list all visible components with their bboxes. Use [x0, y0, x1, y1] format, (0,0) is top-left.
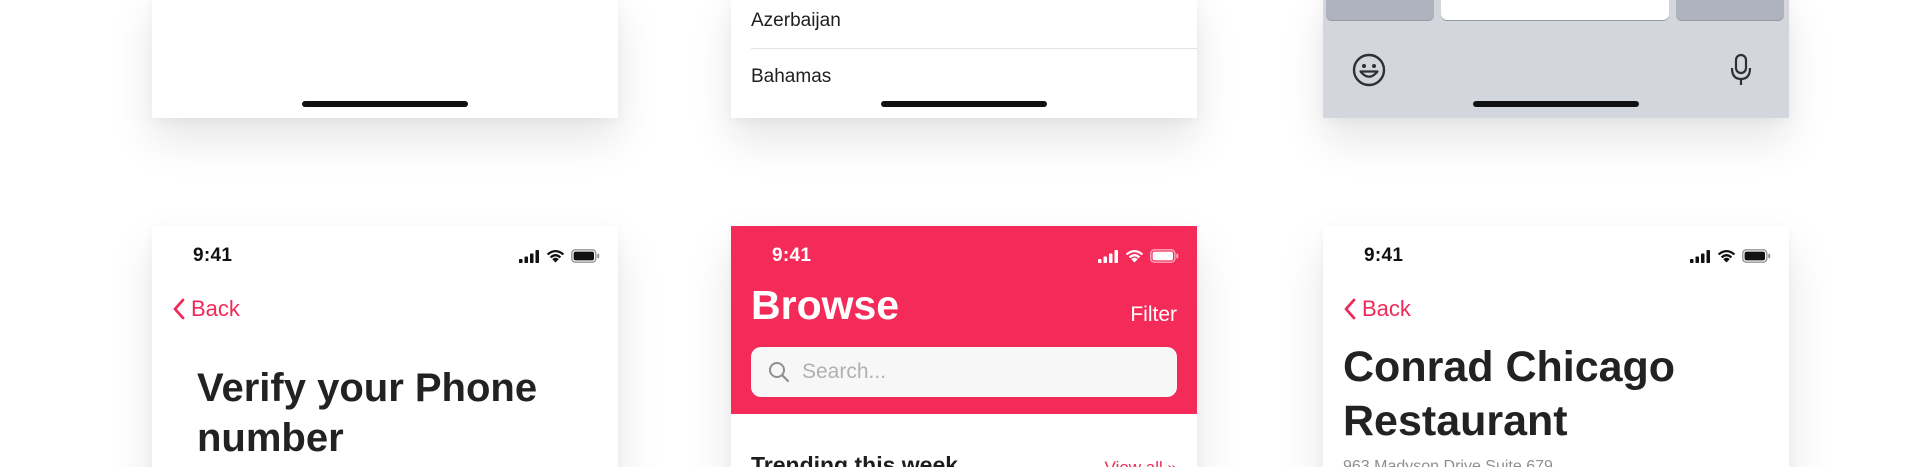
battery-icon	[571, 249, 600, 263]
status-icons	[1690, 248, 1771, 264]
page-title: Browse	[751, 282, 900, 328]
keyboard-card	[1323, 0, 1789, 118]
verify-phone-screen: 9:41 Back Verify your Phone number	[152, 226, 618, 467]
signal-icon	[519, 249, 539, 263]
browse-header: 9:41 Browse Filter Search...	[731, 226, 1197, 414]
restaurant-screen: 9:41 Back Conrad Chicago Restaurant 963 …	[1323, 226, 1789, 467]
country-name: Azerbaijan	[751, 10, 841, 31]
section-title: Trending this week	[751, 452, 959, 467]
page-title: Conrad Chicago Restaurant	[1343, 343, 1676, 445]
blank-screen-card	[152, 0, 618, 118]
battery-icon	[1742, 249, 1771, 263]
wifi-icon	[1717, 250, 1736, 263]
back-label: Back	[191, 296, 240, 321]
microphone-icon[interactable]	[1728, 52, 1754, 88]
home-indicator	[302, 101, 468, 107]
return-key[interactable]	[1676, 0, 1784, 20]
back-button[interactable]: Back	[1343, 296, 1411, 322]
signal-icon	[1098, 249, 1118, 263]
filter-button[interactable]: Filter	[1130, 303, 1177, 327]
status-bar: 9:41	[152, 226, 618, 282]
status-time: 9:41	[772, 245, 812, 266]
back-button[interactable]: Back	[172, 296, 240, 322]
home-indicator	[1473, 101, 1639, 107]
list-item-country[interactable]: Bahamas	[751, 48, 1197, 104]
numbers-key[interactable]	[1326, 0, 1434, 20]
emoji-icon[interactable]	[1351, 52, 1387, 88]
battery-icon	[1150, 249, 1179, 263]
status-icons	[1098, 248, 1179, 264]
browse-screen: 9:41 Browse Filter Search... Trending th…	[731, 226, 1197, 467]
space-key[interactable]	[1441, 0, 1669, 20]
search-bar[interactable]	[751, 347, 1177, 397]
status-time: 9:41	[193, 245, 233, 266]
status-bar: 9:41	[1323, 226, 1789, 282]
chevron-left-icon	[1344, 298, 1356, 320]
home-indicator	[881, 101, 1047, 107]
page-title: Verify your Phone number	[197, 366, 538, 460]
wifi-icon	[546, 250, 565, 263]
back-label: Back	[1362, 296, 1411, 321]
restaurant-address: 963 Madyson Drive Suite 679	[1343, 458, 1553, 467]
status-time: 9:41	[1364, 245, 1404, 266]
country-name: Bahamas	[751, 66, 832, 87]
list-item-country[interactable]: Azerbaijan	[751, 0, 1197, 48]
view-all-link[interactable]: View all »	[1105, 458, 1177, 467]
signal-icon	[1690, 249, 1710, 263]
screens-canvas: Azerbaijan Bahamas 9:41 Back Verify your…	[0, 0, 1920, 467]
chevron-left-icon	[173, 298, 185, 320]
search-icon	[769, 362, 790, 383]
status-icons	[519, 248, 600, 264]
country-list-card: Azerbaijan Bahamas	[731, 0, 1197, 118]
search-input[interactable]	[800, 359, 1177, 385]
wifi-icon	[1125, 250, 1144, 263]
